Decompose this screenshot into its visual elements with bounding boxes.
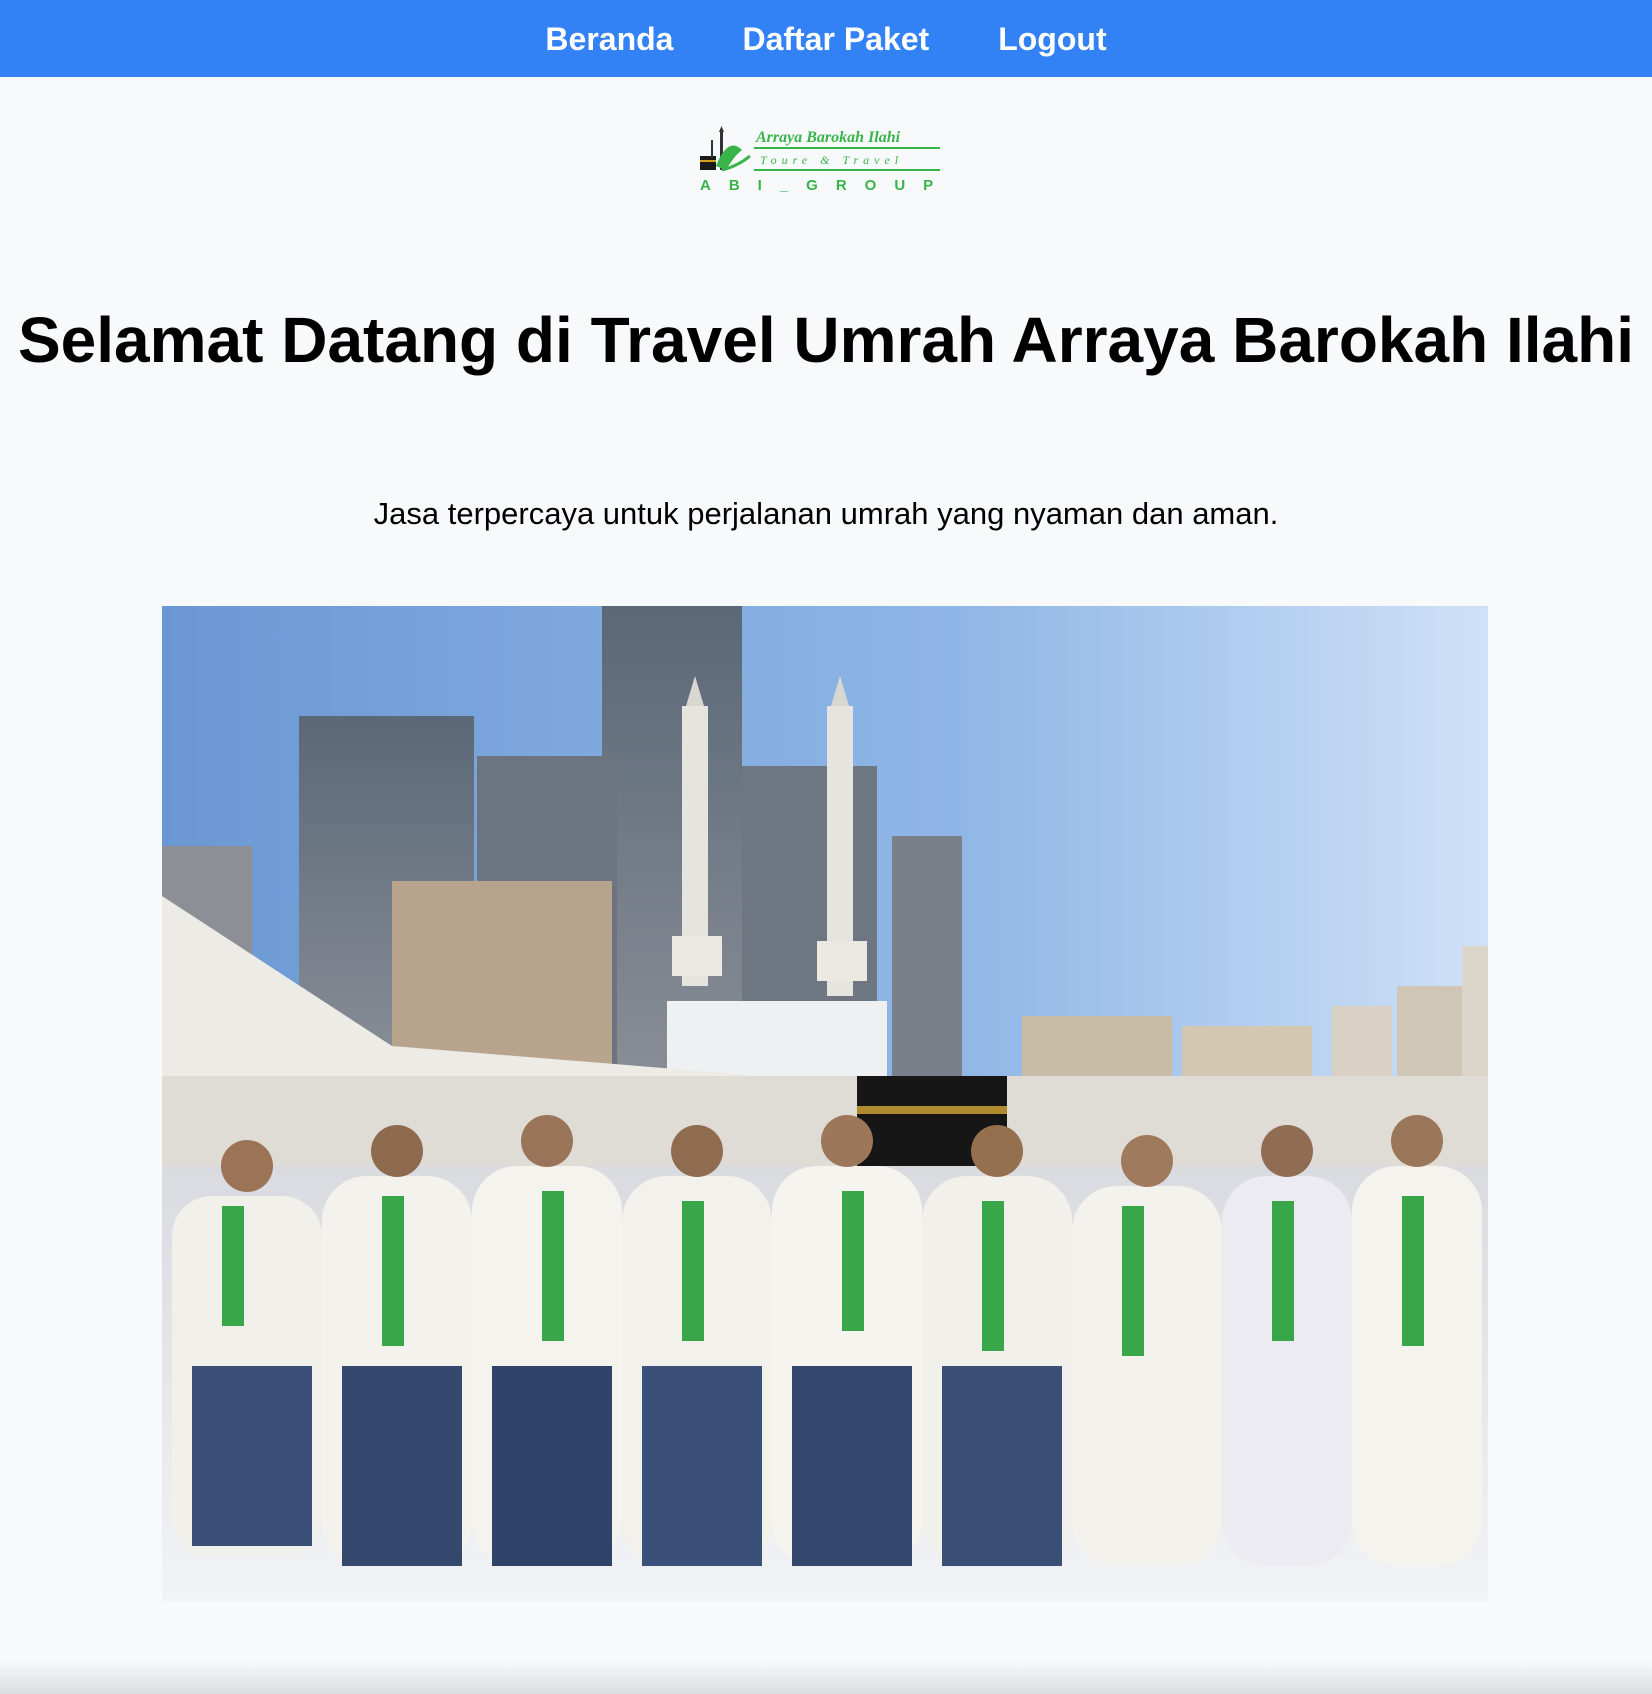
nav-link-daftar-paket[interactable]: Daftar Paket <box>742 23 929 55</box>
mosque-emblem-icon <box>700 126 751 172</box>
page-footer-shadow <box>0 1660 1652 1694</box>
company-logo: Arraya Barokah Ilahi Toure & Travel ABI_… <box>700 126 942 194</box>
logo-line-2: Toure & Travel <box>760 153 903 167</box>
nav-link-beranda[interactable]: Beranda <box>545 23 673 55</box>
hero-title: Selamat Datang di Travel Umrah Arraya Ba… <box>17 304 1635 376</box>
hero-subtitle: Jasa terpercaya untuk perjalanan umrah y… <box>373 496 1279 531</box>
logo-line-3: ABI_GROUP <box>700 177 942 194</box>
logo-line-1: Arraya Barokah Ilahi <box>755 129 901 146</box>
hero-photo <box>162 606 1488 1601</box>
nav-link-logout[interactable]: Logout <box>998 23 1106 55</box>
top-navbar: Beranda Daftar Paket Logout <box>0 0 1652 77</box>
